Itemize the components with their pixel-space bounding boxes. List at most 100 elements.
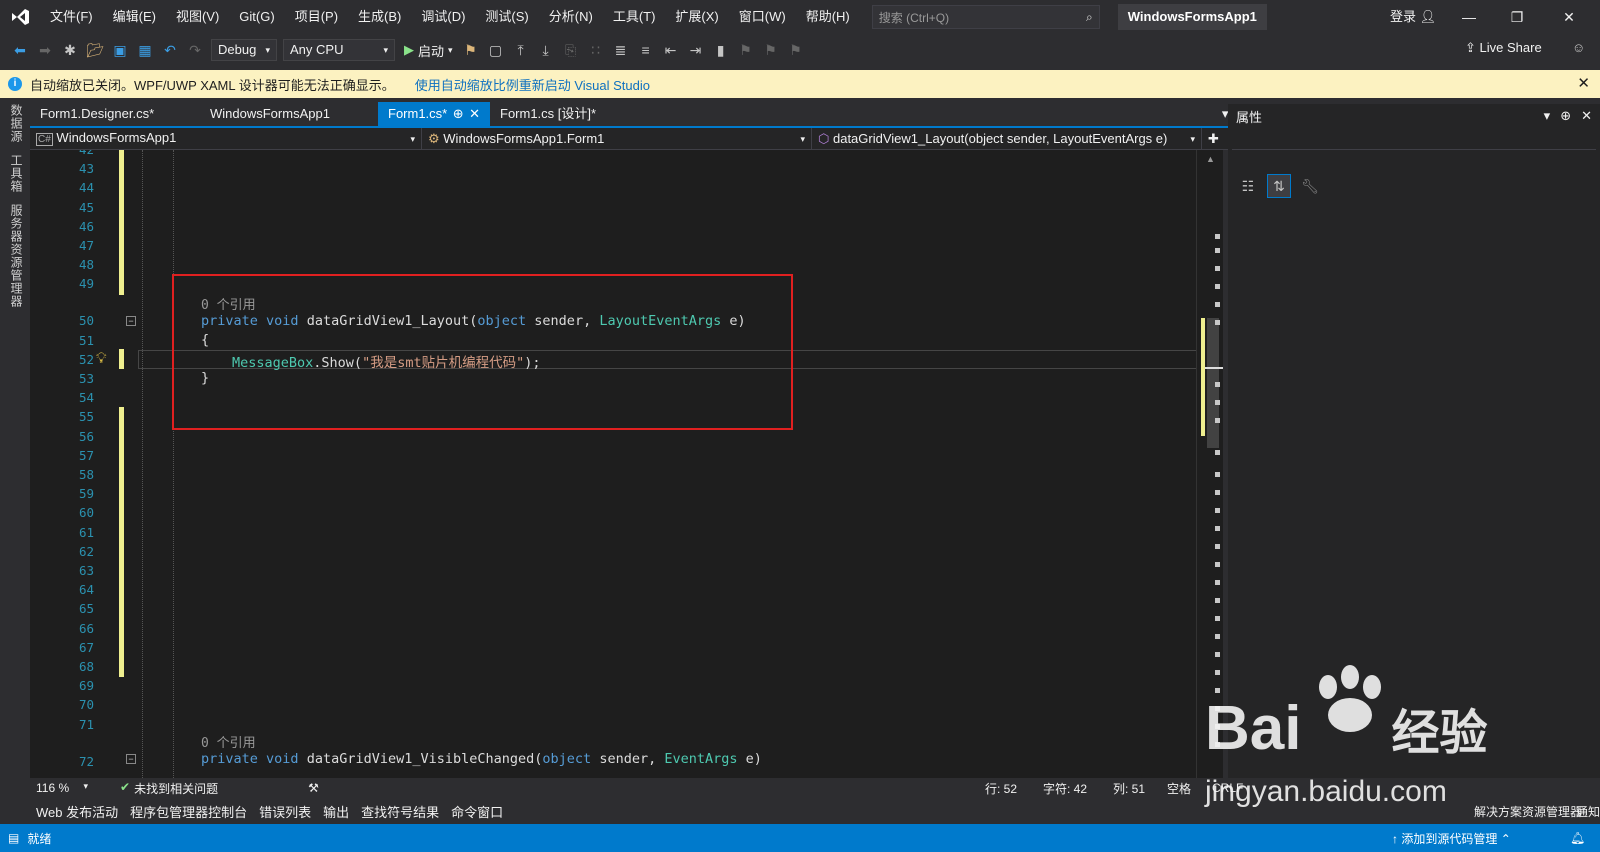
chevron-down-icon: ▾ bbox=[83, 781, 88, 791]
alphabetical-icon[interactable]: ⇅ bbox=[1267, 174, 1291, 198]
save-all-icon[interactable]: ▦ bbox=[133, 38, 157, 62]
align-left-icon[interactable]: ≣ bbox=[609, 38, 633, 62]
outdent-icon[interactable]: ⇤ bbox=[659, 38, 683, 62]
object-selector[interactable] bbox=[1232, 130, 1596, 150]
close-window-button[interactable]: ✕ bbox=[1546, 0, 1592, 34]
tab-server-explorer[interactable]: 服务器资源管理器 bbox=[8, 204, 25, 308]
check-circle-icon: ✔ bbox=[120, 779, 131, 794]
browser-link-icon[interactable]: ⚑ bbox=[459, 38, 483, 62]
tab-find-symbol-results[interactable]: 查找符号结果 bbox=[355, 802, 445, 821]
member-dropdown[interactable]: ⬡ dataGridView1_Layout(object sender, La… bbox=[812, 127, 1202, 150]
tab-web-publish[interactable]: Web 发布活动 bbox=[30, 802, 124, 821]
prev-bookmark-icon[interactable]: ⚑ bbox=[734, 38, 758, 62]
menu-git[interactable]: Git(G) bbox=[229, 0, 284, 34]
code-editor[interactable]: 42 43 44 45 46 47 48 49 50 51 52 53 54 55 56 57 58 59 60 61… bbox=[30, 150, 1223, 778]
deploy-icon[interactable]: ⤓ bbox=[534, 38, 558, 62]
categorized-icon[interactable]: ☷ bbox=[1236, 174, 1260, 198]
close-icon[interactable]: ✕ bbox=[1577, 74, 1590, 92]
menu-edit[interactable]: 编辑(E) bbox=[103, 0, 166, 34]
zoom-select[interactable]: 116 % ▾ bbox=[30, 781, 92, 795]
menu-project[interactable]: 项目(P) bbox=[285, 0, 348, 34]
codelens-references[interactable]: 0 个引用 bbox=[201, 732, 256, 751]
menu-window[interactable]: 窗口(W) bbox=[729, 0, 796, 34]
menu-extensions[interactable]: 扩展(X) bbox=[665, 0, 728, 34]
align-center-icon[interactable]: ≡ bbox=[634, 38, 658, 62]
split-editor-icon[interactable]: ✚ bbox=[1202, 128, 1228, 150]
bookmark-icon[interactable]: ▮ bbox=[709, 38, 733, 62]
pin-icon[interactable]: ⊕ bbox=[453, 102, 464, 126]
collapse-icon[interactable]: − bbox=[126, 316, 136, 326]
menu-tools[interactable]: 工具(T) bbox=[603, 0, 666, 34]
class-dropdown[interactable]: ⚙ WindowsFormsApp1.Form1 ▾ bbox=[422, 127, 812, 150]
scroll-map-marker bbox=[1215, 248, 1220, 253]
undo-icon[interactable]: ↶ bbox=[158, 38, 182, 62]
line-number: 53 bbox=[78, 371, 94, 386]
chevron-down-icon: ▾ bbox=[410, 133, 415, 144]
minimize-button[interactable]: — bbox=[1446, 0, 1492, 34]
chevron-down-icon[interactable]: ▾ bbox=[1544, 108, 1551, 124]
scroll-map-marker bbox=[1215, 320, 1220, 325]
menu-file[interactable]: 文件(F) bbox=[40, 0, 103, 34]
indent-mode[interactable]: 空格 bbox=[1167, 780, 1191, 797]
scroll-map-marker bbox=[1215, 634, 1220, 639]
method-icon: ⬡ bbox=[818, 130, 830, 146]
property-pages-icon[interactable]: 🔧︎ bbox=[1298, 174, 1322, 198]
next-bookmark-icon[interactable]: ⚑ bbox=[759, 38, 783, 62]
play-icon: ▶ bbox=[404, 42, 414, 57]
grid-icon[interactable]: ∷ bbox=[584, 38, 608, 62]
tab-package-manager-console[interactable]: 程序包管理器控制台 bbox=[124, 802, 253, 821]
tab-command-window[interactable]: 命令窗口 bbox=[445, 802, 509, 821]
redo-icon[interactable]: ↷ bbox=[183, 38, 207, 62]
platform-select[interactable]: Any CPU ▾ bbox=[283, 39, 395, 61]
line-number: 60 bbox=[78, 505, 94, 521]
live-share-button[interactable]: ⇪ Live Share bbox=[1465, 40, 1542, 56]
scroll-up-icon[interactable]: ▲ bbox=[1206, 154, 1215, 164]
feedback-icon[interactable]: ☺ bbox=[1572, 40, 1585, 55]
tab-form1-cs-design[interactable]: Form1.cs [设计]* bbox=[490, 102, 630, 126]
menu-build[interactable]: 生成(B) bbox=[348, 0, 411, 34]
publish-icon[interactable]: ⤒ bbox=[509, 38, 533, 62]
new-project-icon[interactable]: ✱ bbox=[58, 38, 82, 62]
baidu-jingyan-watermark: Bai 经验 jingyan.baidu.com bbox=[1205, 665, 1505, 815]
keyword: object bbox=[542, 751, 592, 767]
lightbulb-icon[interactable]: 💡︎ bbox=[96, 350, 107, 367]
open-folder-icon[interactable]: 📂︎ bbox=[83, 38, 107, 62]
menu-test[interactable]: 测试(S) bbox=[475, 0, 538, 34]
tab-windowsformsapp1[interactable]: WindowsFormsApp1 bbox=[200, 102, 378, 126]
issues-indicator[interactable]: ✔ 未找到相关问题 bbox=[120, 780, 218, 797]
source-control-button[interactable]: ↑ 添加到源代码管理 ⌃ bbox=[1392, 830, 1511, 847]
restore-button[interactable]: ❐ bbox=[1494, 0, 1540, 34]
line-number: 48 bbox=[78, 257, 94, 273]
login-button[interactable]: 登录 👤︎ bbox=[1390, 0, 1436, 34]
tab-form1-designer-cs[interactable]: Form1.Designer.cs* bbox=[30, 102, 200, 126]
notification-bell-icon[interactable]: 🔔︎ bbox=[1570, 831, 1585, 845]
close-icon[interactable]: ✕ bbox=[469, 102, 480, 126]
menu-view[interactable]: 视图(V) bbox=[166, 0, 229, 34]
configuration-select[interactable]: Debug ▾ bbox=[211, 39, 277, 61]
forward-icon[interactable]: ➡ bbox=[33, 38, 57, 62]
menu-analyze[interactable]: 分析(N) bbox=[539, 0, 603, 34]
menu-help[interactable]: 帮助(H) bbox=[796, 0, 860, 34]
tab-error-list[interactable]: 错误列表 bbox=[253, 802, 317, 821]
tab-toolbox[interactable]: 工具箱 bbox=[8, 154, 25, 193]
menu-debug[interactable]: 调试(D) bbox=[411, 0, 475, 34]
collapse-icon[interactable]: − bbox=[126, 754, 136, 764]
start-button[interactable]: ▶ 启动 ▾ bbox=[404, 41, 453, 60]
back-icon[interactable]: ⬅ bbox=[8, 38, 32, 62]
screenshot-icon[interactable]: ▢ bbox=[484, 38, 508, 62]
tab-data-sources[interactable]: 数据源 bbox=[8, 104, 25, 143]
save-icon[interactable]: ▣ bbox=[108, 38, 132, 62]
restart-link[interactable]: 使用自动缩放比例重新启动 Visual Studio bbox=[415, 75, 650, 94]
tab-output[interactable]: 输出 bbox=[317, 802, 355, 821]
clear-bookmarks-icon[interactable]: ⚑ bbox=[784, 38, 808, 62]
tab-notifications[interactable]: 通知 bbox=[1570, 803, 1600, 820]
search-input[interactable]: 搜索 (Ctrl+Q) ⌕ bbox=[871, 5, 1100, 29]
code-cleanup-icon[interactable]: ⚒ bbox=[308, 781, 319, 795]
close-icon[interactable]: ✕ bbox=[1581, 108, 1592, 124]
line-number: 49 bbox=[78, 276, 94, 292]
indent-icon[interactable]: ⇥ bbox=[684, 38, 708, 62]
pin-icon[interactable]: ⊕ bbox=[1560, 108, 1571, 124]
project-dropdown[interactable]: C# WindowsFormsApp1 ▾ bbox=[30, 127, 422, 150]
tab-form1-cs[interactable]: Form1.cs* ⊕ ✕ bbox=[378, 102, 490, 126]
clipboard-icon[interactable]: ⎘ bbox=[559, 38, 583, 62]
